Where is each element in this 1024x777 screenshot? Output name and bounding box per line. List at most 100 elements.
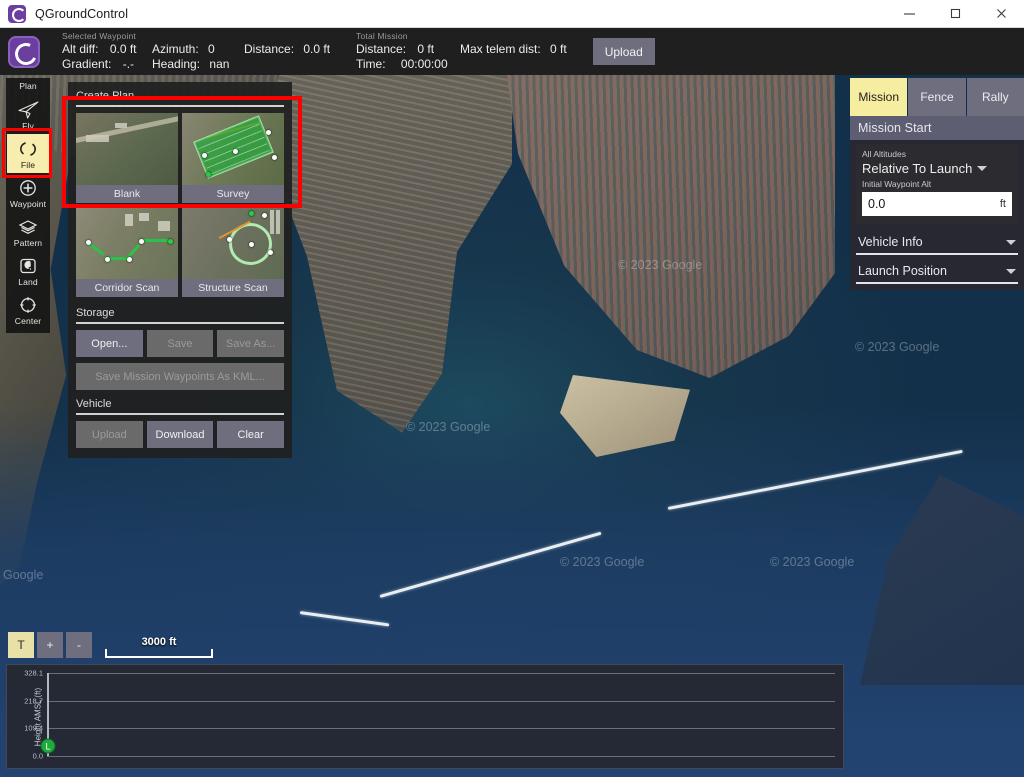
sidebar-item-waypoint-label: Waypoint	[10, 199, 46, 209]
chevron-down-icon	[1006, 269, 1016, 274]
vehicle-download-button[interactable]: Download	[147, 421, 214, 448]
vehicle-info-expander[interactable]: Vehicle Info	[856, 230, 1018, 255]
vehicle-header: Vehicle	[76, 396, 284, 413]
map-controls: T + -	[8, 632, 92, 658]
sidebar-item-center[interactable]: Center	[7, 290, 49, 329]
heading-row: Heading: nan	[152, 57, 244, 72]
gradient-value: -.-	[123, 57, 134, 72]
sidebar-item-land[interactable]: Land	[7, 251, 49, 290]
plan-editor-panel: Create Plan Blank	[68, 82, 292, 458]
terrain-profile-chart: Height AMSL (ft) 328.1 218.7 109.4 0.0 L	[6, 664, 844, 769]
plan-toolbar-title: Plan	[7, 80, 49, 95]
mission-time-value: 00:00:00	[401, 57, 448, 72]
wp-distance-value: 0.0 ft	[303, 42, 330, 57]
total-mission-group: Total Mission Distance: 0 ft Time: 00:00…	[356, 31, 567, 72]
zoom-out-button[interactable]: -	[66, 632, 92, 658]
max-telem-col: Max telem dist: 0 ft	[460, 42, 567, 72]
selected-waypoint-col1: Alt diff: 0.0 ft Gradient: -.-	[62, 42, 148, 72]
azimuth-label: Azimuth:	[152, 42, 199, 57]
mission-time-row: Time: 00:00:00	[356, 57, 460, 72]
vehicle-rule	[76, 413, 284, 415]
terrain-profile-ytick: 328.1	[24, 669, 43, 678]
gradient-label: Gradient:	[62, 57, 111, 72]
qgroundcontrol-window: QGroundControl Selected Waypoint Alt dif…	[0, 0, 1024, 777]
sidebar-item-fly[interactable]: Fly	[7, 95, 49, 134]
sidebar-item-fly-label: Fly	[22, 121, 34, 131]
sidebar-item-file-label: File	[21, 160, 35, 170]
paper-plane-icon	[16, 99, 40, 121]
kml-button-row: Save Mission Waypoints As KML...	[76, 363, 284, 390]
sidebar-item-land-label: Land	[18, 277, 38, 287]
sidebar-item-waypoint[interactable]: Waypoint	[7, 173, 49, 212]
qgc-app-logo-icon[interactable]	[8, 36, 40, 68]
mission-distance-row: Distance: 0 ft	[356, 42, 460, 57]
open-button[interactable]: Open...	[76, 330, 143, 357]
initial-waypoint-alt-input[interactable]: 0.0 ft	[862, 192, 1012, 216]
close-button[interactable]	[978, 0, 1024, 28]
launch-marker[interactable]: L	[41, 739, 56, 754]
save-as-button[interactable]: Save As...	[217, 330, 284, 357]
plan-template-blank[interactable]: Blank	[76, 113, 178, 203]
mission-panel-tabs: Mission Fence Rally	[850, 78, 1024, 116]
terrain-profile-gridline	[47, 756, 835, 757]
tab-mission[interactable]: Mission	[850, 78, 907, 116]
max-telem-label: Max telem dist:	[460, 42, 541, 57]
all-altitudes-label: All Altitudes	[862, 149, 1012, 160]
save-button[interactable]: Save	[147, 330, 214, 357]
maximize-button[interactable]	[932, 0, 978, 28]
tab-rally[interactable]: Rally	[967, 78, 1024, 116]
wp-distance-label: Distance:	[244, 42, 294, 57]
storage-rule	[76, 322, 284, 324]
selected-waypoint-group: Selected Waypoint Alt diff: 0.0 ft Gradi…	[62, 31, 344, 72]
terrain-profile-gridline	[47, 701, 835, 702]
map-attribution: © 2023 Google	[855, 340, 939, 354]
alt-diff-row: Alt diff: 0.0 ft	[62, 42, 148, 57]
map-land-container-yard	[505, 75, 835, 413]
storage-button-row: Open... Save Save As...	[76, 330, 284, 357]
tab-fence[interactable]: Fence	[908, 78, 965, 116]
terrain-profile-gridline	[47, 728, 835, 729]
storage-header: Storage	[76, 305, 284, 322]
blank-plan-thumbnail	[76, 113, 178, 185]
vehicle-clear-button[interactable]: Clear	[217, 421, 284, 448]
map-type-button[interactable]: T	[8, 632, 34, 658]
launch-position-expander[interactable]: Launch Position	[856, 259, 1018, 284]
initial-waypoint-alt-label: Initial Waypoint Alt	[862, 179, 1012, 190]
total-mission-col1: Distance: 0 ft Time: 00:00:00	[356, 42, 460, 72]
chevron-down-icon	[977, 166, 987, 171]
zoom-in-button[interactable]: +	[37, 632, 63, 658]
mission-start-card: All Altitudes Relative To Launch Initial…	[856, 144, 1018, 224]
plan-template-structure-scan[interactable]: Structure Scan	[182, 207, 284, 297]
altitude-mode-value: Relative To Launch	[862, 161, 972, 176]
altitude-mode-dropdown[interactable]: Relative To Launch	[862, 161, 1012, 176]
structure-scan-thumbnail	[182, 207, 284, 279]
selected-waypoint-caption: Selected Waypoint	[62, 31, 344, 42]
sidebar-item-file[interactable]: File	[7, 134, 49, 173]
heading-label: Heading:	[152, 57, 200, 72]
plan-template-survey[interactable]: Survey	[182, 113, 284, 203]
vehicle-button-row: Upload Download Clear	[76, 421, 284, 448]
gradient-row: Gradient: -.-	[62, 57, 148, 72]
save-kml-button[interactable]: Save Mission Waypoints As KML...	[76, 363, 284, 390]
minimize-button[interactable]	[886, 0, 932, 28]
vehicle-upload-button[interactable]: Upload	[76, 421, 143, 448]
terrain-profile-plot: 328.1 218.7 109.4 0.0 L	[47, 673, 835, 756]
crosshair-icon	[16, 294, 40, 316]
plan-template-corridor-scan[interactable]: Corridor Scan	[76, 207, 178, 297]
alt-diff-value: 0.0 ft	[110, 42, 137, 57]
plan-tools-toolbar: Plan Fly File Waypoint	[6, 78, 50, 333]
plan-template-corridor-scan-label: Corridor Scan	[76, 279, 178, 297]
initial-waypoint-alt-value: 0.0	[868, 197, 885, 211]
azimuth-row: Azimuth: 0	[152, 42, 244, 57]
sidebar-item-pattern[interactable]: Pattern	[7, 212, 49, 251]
plan-template-grid: Blank Survey	[76, 113, 284, 297]
vehicle-info-label: Vehicle Info	[858, 235, 923, 249]
upload-button[interactable]: Upload	[593, 38, 655, 65]
file-sync-icon	[16, 138, 40, 160]
alt-diff-label: Alt diff:	[62, 42, 98, 57]
terrain-profile-ytick: 109.4	[24, 724, 43, 733]
initial-waypoint-alt-unit: ft	[1000, 198, 1006, 210]
terrain-profile-gridline	[47, 673, 835, 674]
sidebar-item-center-label: Center	[15, 316, 41, 326]
launch-position-label: Launch Position	[858, 264, 947, 278]
